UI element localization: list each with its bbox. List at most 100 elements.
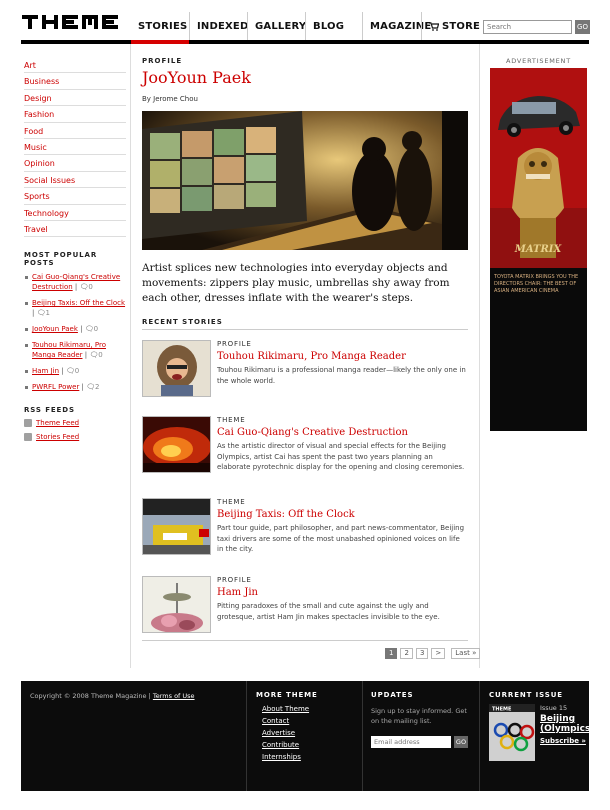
popular-post-link[interactable]: Beijing Taxis: Off the Clock: [32, 299, 125, 307]
footer-divider: [246, 681, 247, 791]
nav-indexed[interactable]: INDEXED: [189, 12, 248, 40]
category-business[interactable]: Business: [24, 73, 126, 90]
nav-gallery[interactable]: GALLERY: [247, 12, 306, 40]
comment-count: 2: [95, 383, 100, 392]
list-item: Cai Guo-Qiang's Creative Destruction | 🗨…: [24, 272, 126, 292]
comment-icon: 🗨: [86, 383, 96, 392]
footer-link-about[interactable]: About Theme: [262, 705, 318, 713]
rss-stories-feed[interactable]: Stories Feed: [24, 433, 126, 442]
search-button[interactable]: GO: [575, 20, 590, 34]
rss-label: Theme Feed: [36, 419, 80, 428]
category-music[interactable]: Music: [24, 139, 126, 156]
article-dek: Artist splices new technologies into eve…: [142, 262, 450, 304]
comment-icon: 🗨: [84, 325, 94, 334]
issue-cover[interactable]: THEME: [489, 704, 535, 761]
comment-icon: 🗨: [89, 351, 99, 360]
footer-link-internships[interactable]: Internships: [262, 753, 318, 761]
category-list: Art Business Design Fashion Food Music O…: [24, 57, 126, 238]
popular-post-link[interactable]: PWRFL Power: [32, 383, 79, 391]
site-footer: Copyright © 2008 Theme Magazine | Terms …: [21, 681, 594, 791]
current-issue-heading: CURRENT ISSUE: [489, 691, 563, 699]
issue-title[interactable]: Beijing (Olympics): [540, 714, 594, 734]
subscribe-link[interactable]: Subscribe »: [540, 737, 594, 745]
ad-brand: MATRIX: [514, 244, 563, 255]
comment-count: 1: [45, 309, 50, 318]
advertisement-banner[interactable]: MATRIX TOYOTA MATRIX BRINGS YOU THE DIRE…: [490, 68, 587, 431]
story-item: THEME Beijing Taxis: Off the Clock Part …: [142, 498, 468, 574]
footer-copyright: Copyright © 2008 Theme Magazine | Terms …: [30, 692, 195, 802]
story-kicker: THEME: [217, 416, 246, 424]
comment-count: 0: [93, 325, 99, 334]
category-technology[interactable]: Technology: [24, 205, 126, 221]
category-social-issues[interactable]: Social Issues: [24, 172, 126, 189]
rss-theme-feed[interactable]: Theme Feed: [24, 419, 126, 428]
footer-divider: [479, 681, 480, 791]
category-design[interactable]: Design: [24, 90, 126, 107]
email-field[interactable]: [371, 736, 451, 748]
page-3-button[interactable]: 3: [415, 648, 429, 659]
popular-post-link[interactable]: Cai Guo-Qiang's Creative Destruction: [32, 273, 120, 291]
category-sports[interactable]: Sports: [24, 188, 126, 205]
category-travel[interactable]: Travel: [24, 221, 126, 238]
more-theme-heading: MORE THEME: [256, 691, 318, 699]
recent-stories-heading: RECENT STORIES: [142, 318, 468, 330]
story-description: Part tour guide, part philosopher, and p…: [217, 524, 465, 553]
story-item: PROFILE Touhou Rikimaru, Pro Manga Reade…: [142, 340, 468, 416]
story-kicker: PROFILE: [217, 340, 252, 348]
nav-store[interactable]: STORE: [421, 12, 480, 40]
footer-link-contribute[interactable]: Contribute: [262, 741, 318, 749]
category-food[interactable]: Food: [24, 123, 126, 139]
footer-link-contact[interactable]: Contact: [262, 717, 318, 725]
category-art[interactable]: Art: [24, 57, 126, 74]
next-page-button[interactable]: >: [431, 648, 446, 659]
story-title[interactable]: Cai Guo-Qiang's Creative Destruction: [217, 427, 468, 438]
main-content: PROFILE JooYoun Paek By Jerome Chou Arti…: [142, 57, 468, 652]
section-label: PROFILE: [142, 57, 183, 65]
list-item: Touhou Rikimaru, Pro Manga Reader | 🗨0: [24, 340, 126, 360]
nav-magazine[interactable]: MAGAZINE: [362, 12, 431, 40]
story-thumbnail[interactable]: [142, 498, 211, 555]
updates-heading: UPDATES: [371, 691, 414, 699]
story-description: Touhou Rikimaru is a professional manga …: [217, 366, 466, 385]
list-item: Beijing Taxis: Off the Clock | 🗨1: [24, 298, 126, 318]
footer-divider: [362, 681, 363, 791]
story-thumbnail[interactable]: [142, 416, 211, 473]
popular-post-link[interactable]: JooYoun Paek: [32, 325, 78, 333]
terms-link[interactable]: Terms of Use: [153, 692, 195, 700]
hero-image: [142, 111, 468, 250]
page-1-button[interactable]: 1: [385, 648, 398, 659]
cover-masthead: THEME: [492, 707, 512, 713]
story-thumbnail[interactable]: [142, 576, 211, 633]
comment-count: 0: [88, 283, 93, 292]
theme-logo[interactable]: [22, 13, 120, 31]
ad-tagline: TOYOTA MATRIX BRINGS YOU THE DIRECTORS C…: [494, 274, 579, 294]
site-header: STORIES INDEXED GALLERY BLOG MAGAZINE ST…: [0, 0, 610, 44]
popular-post-link[interactable]: Ham Jin: [32, 367, 59, 375]
newsletter-form: GO: [371, 736, 471, 748]
last-page-button[interactable]: Last »: [451, 648, 481, 659]
footer-link-advertise[interactable]: Advertise: [262, 729, 318, 737]
nav-blog[interactable]: BLOG: [305, 12, 362, 40]
category-opinion[interactable]: Opinion: [24, 155, 126, 172]
story-title[interactable]: Ham Jin: [217, 587, 468, 598]
story-title[interactable]: Beijing Taxis: Off the Clock: [217, 509, 468, 520]
story-title[interactable]: Touhou Rikimaru, Pro Manga Reader: [217, 351, 468, 362]
nav-stories[interactable]: STORIES: [131, 12, 189, 40]
comment-count: 0: [98, 351, 103, 360]
most-popular-list: Cai Guo-Qiang's Creative Destruction | 🗨…: [24, 272, 126, 392]
footer-current-issue: CURRENT ISSUE THEME Issue 15 Beijing (Ol…: [489, 691, 594, 801]
list-item: JooYoun Paek | 🗨0: [24, 324, 126, 334]
pager-divider: [142, 640, 468, 641]
story-kicker: THEME: [217, 498, 246, 506]
pagination: 1 2 3 > Last »: [385, 648, 481, 659]
footer-more-theme: MORE THEME About Theme Contact Advertise…: [256, 691, 318, 801]
search-input[interactable]: [483, 20, 572, 34]
story-kicker: PROFILE: [217, 576, 252, 584]
cart-icon: [429, 22, 440, 31]
list-item: Ham Jin | 🗨0: [24, 366, 126, 376]
category-fashion[interactable]: Fashion: [24, 106, 126, 123]
story-thumbnail[interactable]: [142, 340, 211, 397]
nav-store-label: STORE: [442, 21, 481, 32]
page-2-button[interactable]: 2: [400, 648, 413, 659]
newsletter-submit-button[interactable]: GO: [454, 736, 468, 748]
